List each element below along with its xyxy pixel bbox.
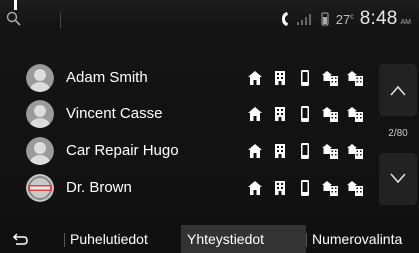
contact-row[interactable]: Dr. Brown xyxy=(0,171,370,205)
screen: 27c 8:48 AM Adam Smith Vincent Casse Car… xyxy=(0,0,419,253)
office-phone-icon[interactable] xyxy=(271,142,289,160)
mobile-phone-icon[interactable] xyxy=(296,179,314,197)
signal-icon xyxy=(296,14,311,25)
contact-name: Adam Smith xyxy=(66,69,148,86)
tab-call-log[interactable]: Puhelutiedot xyxy=(70,225,175,253)
home-icon[interactable] xyxy=(246,179,264,197)
contact-row[interactable]: Vincent Casse xyxy=(0,97,370,131)
home-icon[interactable] xyxy=(246,69,264,87)
page-indicator: 2/80 xyxy=(388,128,408,139)
person-avatar xyxy=(26,64,54,92)
marker-line xyxy=(14,0,17,10)
clock-time: 8:48 xyxy=(359,8,398,29)
clock-ampm: AM xyxy=(400,19,412,26)
contact-type-icons xyxy=(246,179,366,199)
status-area: 27c 8:48 AM xyxy=(280,8,411,30)
home-work-icon[interactable] xyxy=(346,179,364,197)
contact-row[interactable]: Car Repair Hugo xyxy=(0,134,370,168)
mobile-phone-icon[interactable] xyxy=(296,142,314,160)
tab-separator xyxy=(306,233,307,247)
scroll-panel: 2/80 xyxy=(377,60,419,207)
contact-name: Vincent Casse xyxy=(66,105,163,122)
home-work-icon[interactable] xyxy=(321,179,339,197)
search-separator xyxy=(60,13,61,29)
tab-separator xyxy=(64,233,65,247)
office-phone-icon[interactable] xyxy=(271,179,289,197)
status-bar: 27c 8:48 AM xyxy=(0,0,419,38)
tab-dialpad[interactable]: Numerovalinta xyxy=(312,225,419,253)
home-work-icon[interactable] xyxy=(321,142,339,160)
contact-row[interactable]: Adam Smith xyxy=(0,61,370,95)
office-phone-icon[interactable] xyxy=(271,105,289,123)
phone-icon xyxy=(281,12,288,26)
contact-type-icons xyxy=(246,142,366,162)
contact-type-icons xyxy=(246,105,366,125)
contact-name: Car Repair Hugo xyxy=(66,142,179,159)
tab-contacts[interactable]: Yhteystiedot xyxy=(181,225,306,253)
brand-logo-avatar xyxy=(26,174,54,202)
person-avatar xyxy=(26,137,54,165)
home-work-icon[interactable] xyxy=(321,105,339,123)
scroll-up-button[interactable] xyxy=(379,64,417,116)
person-avatar xyxy=(26,100,54,128)
contact-name: Dr. Brown xyxy=(66,179,132,196)
mobile-phone-icon[interactable] xyxy=(296,105,314,123)
back-icon[interactable] xyxy=(10,231,30,247)
home-icon[interactable] xyxy=(246,142,264,160)
home-work-icon[interactable] xyxy=(346,105,364,123)
home-icon[interactable] xyxy=(246,105,264,123)
battery-icon xyxy=(321,12,329,26)
scroll-down-button[interactable] xyxy=(379,153,417,205)
office-phone-icon[interactable] xyxy=(271,69,289,87)
search-icon[interactable] xyxy=(5,10,23,28)
home-work-icon[interactable] xyxy=(346,142,364,160)
tab-bar: Puhelutiedot Yhteystiedot Numerovalinta xyxy=(0,225,419,253)
chevron-down-icon xyxy=(390,173,406,184)
contact-type-icons xyxy=(246,69,366,89)
temperature-value: 27c xyxy=(335,11,354,27)
home-work-icon[interactable] xyxy=(321,69,339,87)
home-work-icon[interactable] xyxy=(346,69,364,87)
chevron-up-icon xyxy=(390,85,406,96)
mobile-phone-icon[interactable] xyxy=(296,69,314,87)
